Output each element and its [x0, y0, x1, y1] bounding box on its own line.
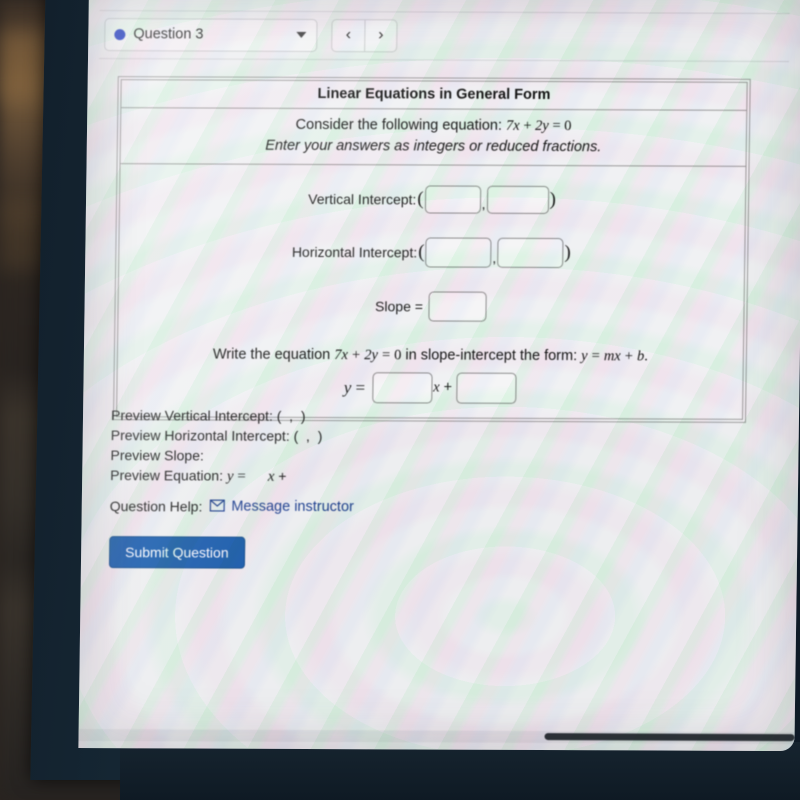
- envelope-icon: [209, 499, 225, 515]
- preview-slope: Preview Slope:: [110, 447, 204, 464]
- vertical-comma: ,: [481, 195, 486, 212]
- message-instructor-link[interactable]: Message instructor: [231, 499, 354, 516]
- answered-count: 2/13 answered: [205, 0, 302, 1]
- instruction-line-2: Enter your answers as integers or reduce…: [265, 137, 602, 156]
- next-question-button[interactable]: ›: [364, 18, 398, 52]
- preview-horizontal-intercept: Preview Horizontal Intercept: ( , ): [110, 427, 323, 445]
- horizontal-intercept-row: Horizontal Intercept: ( , ): [119, 236, 744, 269]
- question-nav-buttons: ‹ ›: [331, 18, 398, 52]
- slope-intercept-answer-row: y = x +: [117, 371, 742, 405]
- photo-of-laptop-screen: Score: 2/50 2/13 answered Question 3 ‹ ›: [0, 0, 800, 800]
- divider-top: [99, 10, 790, 15]
- instruction-line-1: Consider the following equation: 7x + 2y…: [121, 114, 746, 138]
- vertical-open-paren: (: [417, 188, 424, 210]
- horizontal-scrollbar-thumb[interactable]: [544, 733, 795, 742]
- preview-vertical-intercept: Preview Vertical Intercept: ( , ): [110, 407, 306, 424]
- write-line-middle: in slope-intercept the form:: [401, 347, 582, 365]
- write-line-equation: 7x + 2y = 0: [334, 347, 402, 364]
- question-card-body: Vertical Intercept: ( , ) Horizontal Int…: [116, 164, 747, 420]
- divider-below-nav: [99, 58, 789, 63]
- preview-equation-y: y =: [226, 468, 246, 485]
- current-question-label: Question 3: [133, 26, 204, 43]
- question-navigation-bar: Question 3 ‹ ›: [104, 17, 398, 52]
- question-card-title: Linear Equations in General Form: [120, 79, 748, 111]
- equation-x-plus-label: x +: [433, 379, 453, 396]
- vertical-intercept-x-input[interactable]: [424, 185, 481, 214]
- question-card: Linear Equations in General Form Conside…: [112, 76, 751, 423]
- horizontal-close-paren: ): [564, 242, 571, 264]
- write-line-form: y = mx + b.: [581, 348, 648, 365]
- preview-equation-x: x: [267, 468, 275, 485]
- horizontal-intercept-x-input[interactable]: [425, 237, 492, 268]
- question-instructions: Consider the following equation: 7x + 2y…: [119, 108, 748, 167]
- instruction-prefix: Consider the following equation:: [295, 116, 507, 134]
- chevron-down-icon: [296, 31, 307, 38]
- horizontal-intercept-y-input[interactable]: [497, 237, 564, 269]
- equation-y-equals-label: y =: [343, 377, 366, 397]
- slope-label: Slope =: [375, 298, 424, 315]
- homework-page: Score: 2/50 2/13 answered Question 3 ‹ ›: [78, 0, 800, 751]
- slope-input[interactable]: [428, 291, 488, 322]
- submit-question-button[interactable]: Submit Question: [108, 536, 245, 569]
- vertical-intercept-label: Vertical Intercept:: [308, 190, 417, 208]
- question-select-dropdown[interactable]: Question 3: [104, 17, 318, 52]
- write-equation-instruction: Write the equation 7x + 2y = 0 in slope-…: [118, 346, 743, 366]
- slope-row: Slope =: [118, 290, 743, 323]
- preview-equation-label: Preview Equation:: [110, 467, 228, 484]
- vertical-intercept-row: Vertical Intercept: ( , ): [120, 184, 745, 215]
- vertical-close-paren: ): [549, 189, 557, 211]
- write-line-prefix: Write the equation: [212, 346, 335, 364]
- previous-question-button[interactable]: ‹: [331, 18, 365, 52]
- laptop-screen: Score: 2/50 2/13 answered Question 3 ‹ ›: [78, 0, 800, 752]
- question-help-row: Question Help: Message instructor: [110, 498, 354, 515]
- question-status-dot-icon: [114, 28, 126, 40]
- slope-intercept-m-input[interactable]: [371, 372, 433, 404]
- horizontal-open-paren: (: [418, 241, 425, 263]
- preview-equation: Preview Equation: y = x +: [110, 467, 287, 485]
- horizontal-intercept-label: Horizontal Intercept:: [291, 243, 418, 261]
- preview-section: Preview Vertical Intercept: ( , ) Previe…: [110, 405, 323, 487]
- question-help-label: Question Help:: [109, 498, 203, 515]
- vertical-intercept-y-input[interactable]: [486, 185, 549, 215]
- slope-intercept-b-input[interactable]: [455, 372, 517, 404]
- instruction-equation: 7x + 2y = 0: [505, 117, 572, 135]
- score-line: Score: 2/50 2/13 answered: [100, 0, 302, 1]
